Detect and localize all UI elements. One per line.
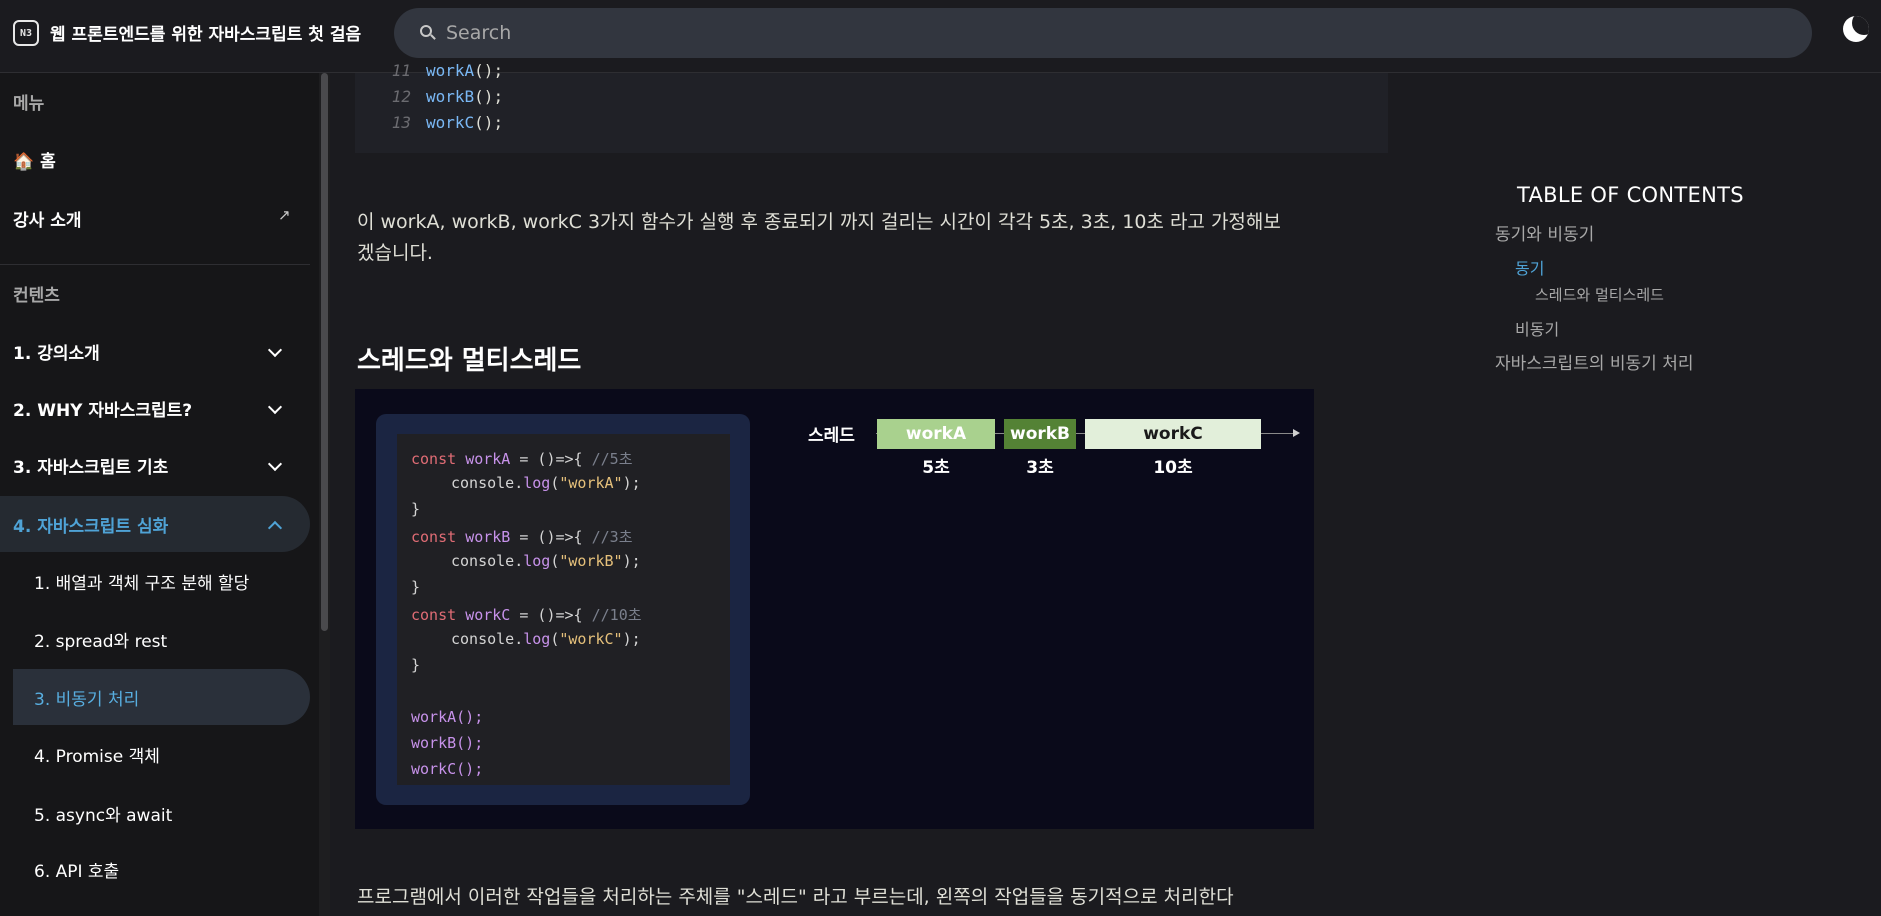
toc-item-sync[interactable]: 동기	[1515, 255, 1544, 279]
figure-code-line: const workB = ()=>{ //3초	[411, 528, 633, 546]
scrollbar-thumb[interactable]	[321, 73, 328, 631]
code-line: 11 workA();	[391, 61, 504, 80]
paragraph-line: 겠습니다.	[357, 242, 433, 264]
sidebar-subitem-label: 5. async와 await	[34, 805, 173, 826]
site-logo-icon[interactable]: N3	[13, 20, 39, 46]
sidebar-scrollbar[interactable]	[319, 73, 330, 916]
figure-code-line: workA();	[411, 708, 484, 726]
figure-code-line: console.log("workC");	[451, 630, 641, 648]
chevron-down-icon[interactable]	[267, 399, 283, 415]
sidebar-item-home[interactable]: 🏠 홈	[0, 131, 310, 187]
search-placeholder: Search	[446, 22, 512, 44]
sidebar-subitem-label: 2. spread와 rest	[34, 631, 168, 652]
sidebar-subitem-5[interactable]: 5. async와 await	[0, 785, 310, 841]
figure-code-block: const workA = ()=>{ //5초 console.log("wo…	[397, 434, 730, 785]
paragraph: 이 workA, workB, workC 3가지 함수가 실행 후 종료되기 …	[357, 207, 1377, 269]
figure-code-line: workB();	[411, 734, 484, 752]
thread-label: 스레드	[808, 426, 855, 446]
figure-code-line: const workC = ()=>{ //10초	[411, 606, 642, 624]
sidebar-section-2[interactable]: 2. WHY 자바스크립트?	[0, 380, 310, 436]
sidebar-divider	[0, 264, 310, 265]
site-title[interactable]: 웹 프론트엔드를 위한 자바스크립트 첫 걸음	[50, 20, 361, 45]
sidebar-subitem-label: 1. 배열과 객체 구조 분해 할당	[34, 573, 250, 594]
sidebar-group-content: 컨텐츠	[13, 286, 60, 306]
paragraph-line: 이 workA, workB, workC 3가지 함수가 실행 후 종료되기 …	[357, 211, 1281, 233]
toc-item-js-async[interactable]: 자바스크립트의 비동기 처리	[1495, 349, 1694, 374]
sidebar-section-label: 3. 자바스크립트 기초	[13, 457, 169, 478]
chevron-down-icon[interactable]	[267, 342, 283, 358]
sidebar-subitem-6[interactable]: 6. API 호출	[0, 841, 310, 897]
sidebar-section-4[interactable]: 4. 자바스크립트 심화	[0, 496, 310, 552]
task-bar-workB: workB	[1004, 419, 1076, 449]
top-navbar: N3 웹 프론트엔드를 위한 자바스크립트 첫 걸음 Search	[0, 0, 1881, 73]
figure-code-line: }	[411, 578, 421, 596]
sidebar-section-3[interactable]: 3. 자바스크립트 기초	[0, 437, 310, 493]
task-duration-workC: 10초	[1153, 458, 1193, 478]
chevron-down-icon[interactable]	[267, 456, 283, 472]
sidebar-subitem-label: 4. Promise 객체	[34, 746, 160, 767]
task-duration-workB: 3초	[1026, 458, 1054, 478]
toc-item-async[interactable]: 비동기	[1515, 316, 1559, 340]
sidebar-subitem-3[interactable]: 3. 비동기 처리	[13, 669, 310, 725]
figure-code-line: const workA = ()=>{ //5초	[411, 450, 633, 468]
task-duration-workA: 5초	[922, 458, 950, 478]
section-heading: 스레드와 멀티스레드	[357, 346, 582, 376]
figure-code-line: console.log("workA");	[451, 474, 641, 492]
sidebar-item-label: 🏠 홈	[13, 151, 56, 172]
thread-diagram-image: const workA = ()=>{ //5초 console.log("wo…	[355, 389, 1314, 829]
sidebar-subitem-4[interactable]: 4. Promise 객체	[0, 726, 310, 782]
sidebar: 메뉴 🏠 홈 강사 소개 ↗ 컨텐츠 1. 강의소개 2. WHY 자바스크립트…	[0, 73, 330, 916]
external-link-icon: ↗	[278, 206, 291, 224]
code-line: 12 workB();	[391, 87, 504, 106]
task-bar-workC: workC	[1085, 419, 1261, 449]
sidebar-subitem-label: 3. 비동기 처리	[34, 689, 140, 710]
toc-item-sync-async[interactable]: 동기와 비동기	[1495, 220, 1594, 245]
chevron-up-icon[interactable]	[267, 520, 283, 536]
sidebar-item-label: 강사 소개	[13, 210, 82, 231]
figure-code-line: }	[411, 500, 421, 518]
sidebar-subitem-2[interactable]: 2. spread와 rest	[0, 611, 310, 667]
figure-code-line: console.log("workB");	[451, 552, 641, 570]
sidebar-subitem-1[interactable]: 1. 배열과 객체 구조 분해 할당	[0, 553, 310, 609]
sidebar-section-label: 4. 자바스크립트 심화	[13, 516, 169, 537]
sidebar-section-label: 1. 강의소개	[13, 343, 100, 364]
sidebar-section-label: 2. WHY 자바스크립트?	[13, 400, 193, 421]
search-bar[interactable]: Search	[394, 8, 1812, 58]
sidebar-item-instructor[interactable]: 강사 소개 ↗	[0, 190, 310, 246]
figure-code-line: workC();	[411, 760, 484, 778]
toc-item-thread[interactable]: 스레드와 멀티스레드	[1535, 284, 1664, 305]
toc-title: TABLE OF CONTENTS	[1517, 183, 1744, 207]
figure-code-line: }	[411, 656, 421, 674]
dark-mode-moon-icon[interactable]	[1843, 16, 1869, 42]
code-line: 13 workC();	[391, 113, 504, 132]
sidebar-group-menu: 메뉴	[13, 94, 45, 114]
sidebar-subitem-label: 6. API 호출	[34, 861, 120, 882]
search-icon	[420, 25, 432, 37]
paragraph: 프로그램에서 이러한 작업들을 처리하는 주체를 "스레드" 라고 부르는데, …	[357, 886, 1234, 908]
figure-code-card: const workA = ()=>{ //5초 console.log("wo…	[376, 414, 750, 805]
code-block: 11 workA(); 12 workB(); 13 workC();	[355, 61, 1388, 153]
sidebar-section-1[interactable]: 1. 강의소개	[0, 323, 310, 379]
task-bar-workA: workA	[877, 419, 995, 449]
